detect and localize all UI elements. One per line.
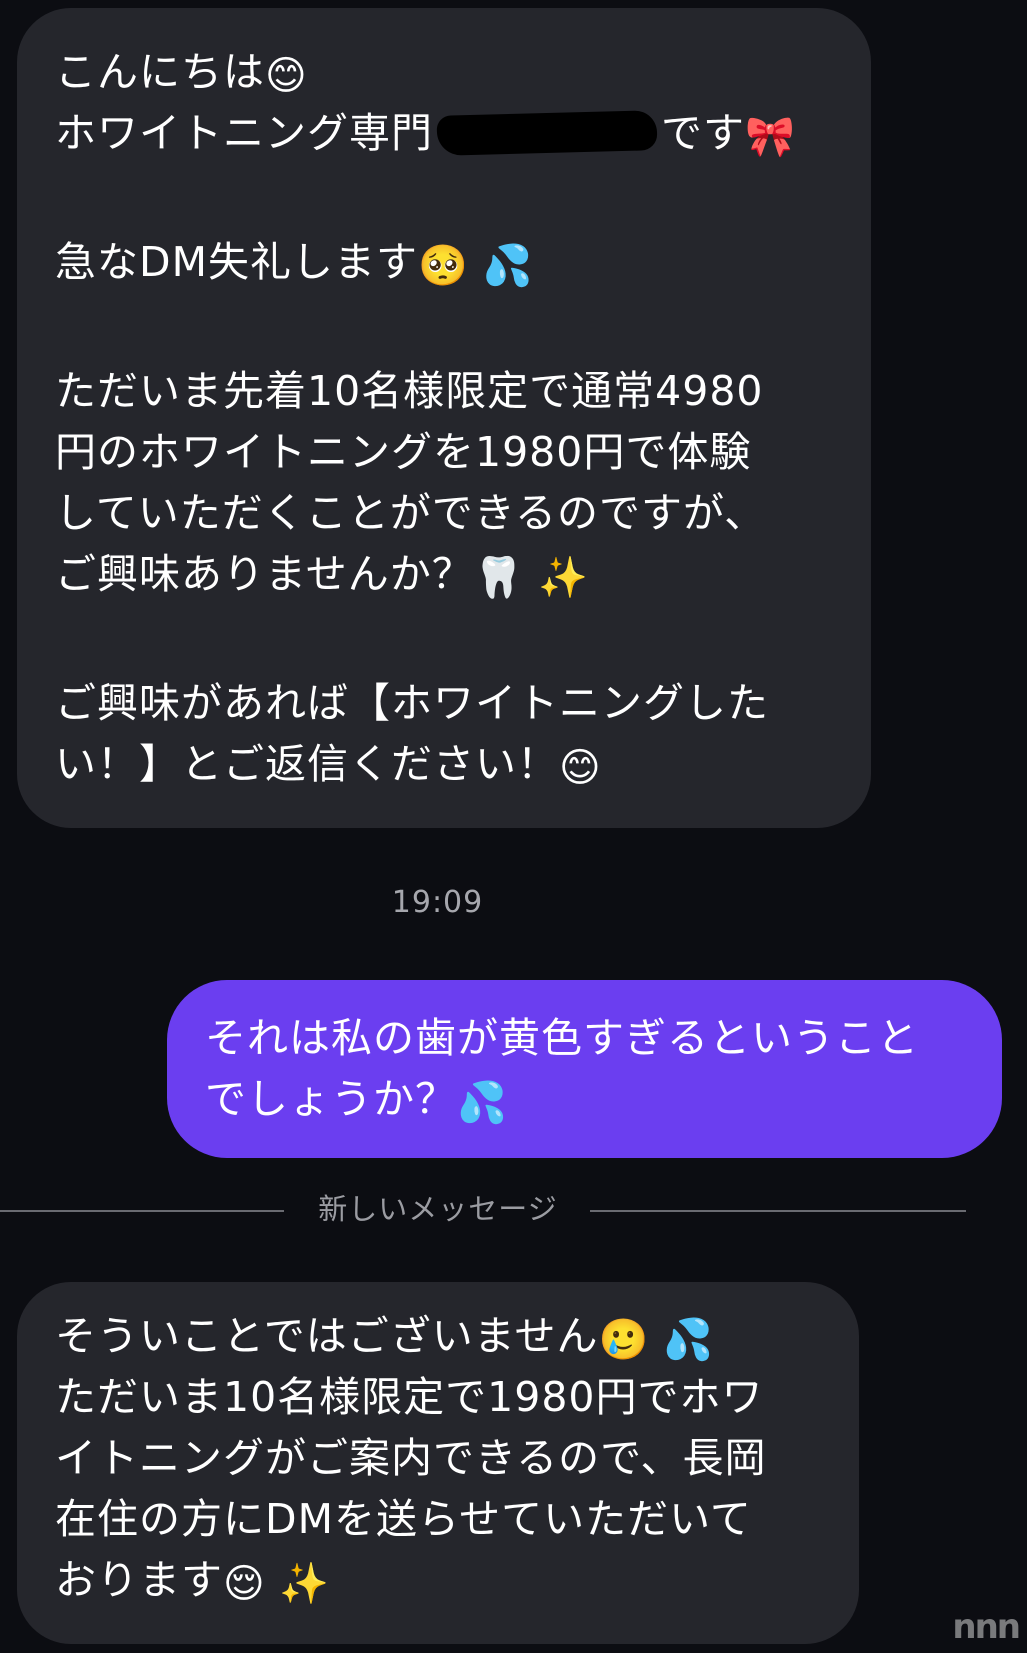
divider-line <box>0 1210 284 1212</box>
message-line: おります😌 ✨ <box>55 1550 839 1611</box>
message-line: ご興味があれば【ホワイトニングした <box>55 679 769 727</box>
message-line: い！】とご返信ください！😊 <box>55 734 841 795</box>
message-line: でしょうか？💦 <box>205 1069 982 1130</box>
smile-emoji-icon: 😊 <box>559 745 602 791</box>
message-line: ホワイトニング専門 です🎀 <box>55 103 841 164</box>
message-line: イトニングがご案内できるので、長岡 <box>55 1434 767 1482</box>
message-text: い！】とご返信ください！ <box>55 740 559 788</box>
message-text: ホワイトニング専門 <box>55 109 433 157</box>
pleading-sweat-emoji-icon: 🥺 💦 <box>417 243 534 289</box>
message-text: おります <box>55 1556 223 1604</box>
message-text: こんにちは <box>55 48 265 96</box>
divider-line <box>590 1210 966 1212</box>
message-timestamp: 19:09 <box>391 885 484 920</box>
message-text: です <box>661 109 745 157</box>
message-text: ご興味ありませんか？ <box>55 550 474 598</box>
tooth-sparkles-emoji-icon: 🦷 ✨ <box>473 555 590 601</box>
message-line: ただいま10名様限定で1980円でホワ <box>55 1373 764 1421</box>
message-line: こんにちは😊 <box>55 42 841 103</box>
outgoing-message-bubble[interactable]: それは私の歯が黄色すぎるということ でしょうか？💦 <box>167 980 1002 1158</box>
message-text: 急なDM失礼します <box>55 238 418 286</box>
ribbon-emoji-icon: 🎀 <box>745 114 796 160</box>
smile-emoji-icon: 😊 <box>265 53 308 99</box>
message-line: 急なDM失礼します🥺 💦 <box>55 232 841 293</box>
watermark-logo: nnn <box>952 1607 1021 1647</box>
message-text: そういことではございません <box>55 1312 599 1360</box>
message-line: それは私の歯が黄色すぎるということ <box>205 1014 919 1062</box>
redaction-scribble <box>436 110 658 156</box>
new-messages-label: 新しいメッセージ <box>318 1192 558 1226</box>
chat-screen: こんにちは😊 ホワイトニング専門 です🎀 急なDM失礼します🥺 💦 ただいま先着1… <box>0 0 1027 1653</box>
new-messages-divider: 新しいメッセージ <box>0 1186 975 1226</box>
sweat-droplets-emoji-icon: 💦 <box>457 1080 508 1126</box>
message-text: でしょうか？ <box>205 1075 457 1123</box>
message-line: 円のホワイトニングを1980円で体験 <box>55 428 752 476</box>
relieved-sparkles-emoji-icon: 😌 ✨ <box>223 1561 331 1607</box>
message-line: ご興味ありませんか？🦷 ✨ <box>55 544 841 605</box>
incoming-message-bubble[interactable]: そういことではございません🥲 💦 ただいま10名様限定で1980円でホワ イトニ… <box>17 1282 859 1644</box>
tearful-sweat-emoji-icon: 🥲 💦 <box>598 1317 714 1363</box>
message-line: 在住の方にDMを送らせていただいて <box>55 1495 752 1543</box>
message-line: していただくことができるのですが、 <box>55 489 767 537</box>
message-line: ただいま先着10名様限定で通常4980 <box>55 367 764 415</box>
message-line: そういことではございません🥲 💦 <box>55 1306 839 1367</box>
incoming-message-bubble[interactable]: こんにちは😊 ホワイトニング専門 です🎀 急なDM失礼します🥺 💦 ただいま先着1… <box>17 8 871 828</box>
